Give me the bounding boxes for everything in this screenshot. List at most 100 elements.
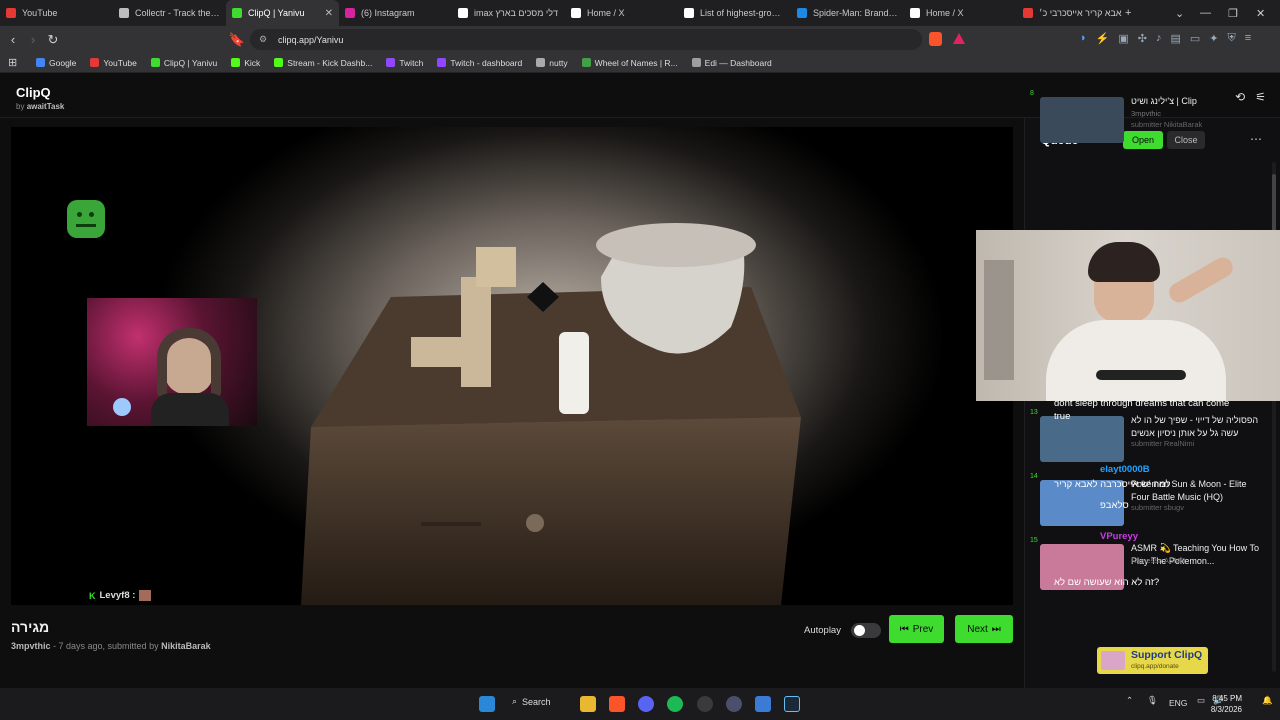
bookmark-label: nutty	[549, 57, 568, 68]
bookmark-favicon-icon	[386, 58, 396, 67]
tab-label: אבא קריר אייסכרבי כ׳	[1039, 8, 1122, 18]
bookmark-label: Twitch	[399, 57, 424, 68]
close-window-icon[interactable]: ✕	[1256, 0, 1265, 26]
queue-item-number: 15	[1030, 537, 1038, 544]
discord-icon[interactable]	[638, 696, 654, 712]
bookmark-item[interactable]: Stream - Kick Dashb...	[274, 58, 372, 68]
extension-icon[interactable]: ⚡	[1096, 32, 1110, 45]
flower-icon	[113, 398, 131, 416]
queue-item-thumbnail	[1040, 416, 1124, 462]
tab-favicon-icon	[458, 8, 468, 18]
prev-button[interactable]: ⏮ Prev	[889, 615, 944, 643]
reload-icon[interactable]: ↻	[43, 32, 63, 48]
windows-start-icon[interactable]	[479, 696, 495, 712]
tab-list-chevron-icon[interactable]: ⌄	[1175, 0, 1184, 26]
autoplay-toggle[interactable]	[850, 623, 881, 638]
brave-icon[interactable]	[609, 696, 625, 712]
extension-icon[interactable]: ◗	[1080, 32, 1087, 45]
browser-tab[interactable]: Collectr - Track the pr	[113, 0, 226, 26]
tab-favicon-icon	[684, 8, 694, 18]
app-brand[interactable]: ClipQ	[16, 85, 51, 100]
bookmark-item[interactable]: YouTube	[90, 58, 137, 68]
menu-icon[interactable]: ≡	[1245, 32, 1251, 45]
tab-close-icon[interactable]: ✕	[325, 8, 333, 19]
next-button[interactable]: Next ⏭	[955, 615, 1013, 643]
spotify-icon[interactable]	[667, 696, 683, 712]
steam-icon[interactable]	[784, 696, 800, 712]
url-text: clipq.app/Yanivu	[278, 34, 344, 45]
taskbar-search[interactable]: ⌕ Search	[512, 696, 551, 707]
bookmark-item[interactable]: Twitch	[386, 58, 423, 68]
kick-badge-icon: K	[89, 590, 96, 601]
video-player[interactable]: K Levyf8 :	[11, 127, 1013, 605]
browser-tab[interactable]: List of highest-grossin	[678, 0, 791, 26]
microphone-tray-icon[interactable]: 🎙	[1147, 695, 1158, 706]
browser-tab-bar: YouTube Collectr - Track the pr ClipQ | Ya…	[0, 0, 1280, 26]
bookmark-label: ClipQ | Yanivu	[163, 57, 218, 68]
tab-favicon-icon	[797, 8, 807, 18]
bookmark-item[interactable]: nutty	[536, 57, 568, 68]
address-toolbar: ‹ › ↻ 🔖 ⚙ clipq.app/Yanivu ◗ ⚡ ▣ ✣ ♪ ▤ ▭…	[0, 26, 1280, 53]
bookmark-item[interactable]: ClipQ | Yanivu	[150, 57, 218, 68]
bookmark-item[interactable]: Twitch - dashboard	[437, 58, 522, 68]
browser-tab[interactable]: (6) Instagram	[339, 0, 452, 26]
browser-tab[interactable]: YouTube	[0, 0, 113, 26]
music-icon[interactable]: ♪	[1156, 32, 1162, 45]
bookmark-item[interactable]: Google	[36, 58, 76, 68]
bookmark-label: Stream - Kick Dashb...	[287, 57, 373, 68]
network-icon[interactable]: ▭	[1197, 695, 1205, 706]
tab-label: Home / X	[587, 8, 625, 18]
tab-label: Home / X	[926, 8, 964, 18]
notifications-icon[interactable]: 🔔	[1262, 695, 1273, 706]
sidebar-icon[interactable]: ▤	[1170, 32, 1180, 45]
forward-icon[interactable]: ›	[23, 32, 43, 47]
brave-shield-icon[interactable]	[929, 32, 942, 46]
obs-icon[interactable]	[697, 696, 713, 712]
vpn-icon[interactable]: ⛨	[1228, 32, 1236, 45]
tab-label: Collectr - Track the pr	[135, 8, 220, 18]
browser-tab[interactable]: Home / X	[565, 0, 678, 26]
queue-item-submitter: submitter RealNimi	[1131, 439, 1195, 448]
app-icon[interactable]	[755, 696, 771, 712]
bookmark-item[interactable]: Edi — Dashboard	[691, 58, 772, 68]
queue-item-channel: Rainessa ASMR	[1131, 556, 1186, 565]
windows-taskbar: ⌕ Search ⌃ 🎙 ENG ▭ 🔊 8:45 PM 8/3/2026 🔔	[0, 688, 1280, 720]
tab-favicon-icon	[345, 8, 355, 18]
bookmark-label: Wheel of Names | R...	[594, 57, 678, 68]
tab-label: YouTube	[22, 8, 58, 18]
browser-tab[interactable]: Spider-Man: Brand Ne	[791, 0, 904, 26]
puzzle-icon[interactable]: ✣	[1138, 32, 1147, 45]
app-icon[interactable]	[726, 696, 742, 712]
bookmark-item[interactable]: Kick	[231, 58, 260, 68]
browser-tab[interactable]: imax דלי מסכים בארץ	[452, 0, 565, 26]
language-indicator[interactable]: ENG	[1169, 698, 1187, 708]
browser-tab[interactable]: אבא קריר אייסכרבי כ׳	[1017, 0, 1130, 26]
bookmark-item[interactable]: Wheel of Names | R...	[581, 57, 678, 68]
brave-rewards-icon[interactable]	[953, 33, 965, 44]
extension-icon[interactable]: ▣	[1118, 32, 1128, 45]
tray-chevron-icon[interactable]: ⌃	[1126, 695, 1133, 706]
apps-grid-icon[interactable]: ⊞	[8, 56, 17, 69]
browser-tab[interactable]: Home / X	[904, 0, 1017, 26]
browser-tab[interactable]: ClipQ | Yanivu ✕	[226, 0, 339, 26]
bookmark-icon[interactable]: 🔖	[227, 32, 247, 48]
chat-message: elayt0000B	[1100, 464, 1150, 475]
queue-item-number: 14	[1030, 473, 1038, 480]
new-tab-button[interactable]: +	[1125, 0, 1131, 26]
bookmark-label: Kick	[244, 57, 261, 68]
maximize-icon[interactable]: ❐	[1228, 0, 1238, 26]
system-clock[interactable]: 8:45 PM 8/3/2026	[1211, 693, 1242, 715]
queue-item-number: 13	[1030, 409, 1038, 416]
file-explorer-icon[interactable]	[580, 696, 596, 712]
site-info-icon[interactable]: ⚙	[259, 34, 267, 45]
back-icon[interactable]: ‹	[3, 32, 23, 47]
wallet-icon[interactable]: ▭	[1190, 32, 1200, 45]
queue-item[interactable]: 8 צ'ילינג ושיט | Clip 3mpvthic submitter Ni…	[1024, 90, 1254, 143]
tab-label: ClipQ | Yanivu	[248, 8, 305, 18]
bookmark-favicon-icon	[90, 58, 100, 67]
minimize-icon[interactable]: —	[1200, 0, 1211, 26]
leo-icon[interactable]: ✦	[1209, 32, 1218, 45]
search-icon: ⌕	[512, 696, 518, 706]
url-field[interactable]: ⚙ clipq.app/Yanivu	[250, 29, 922, 50]
support-clipq-button[interactable]: Support ClipQ clipq.app/donate	[1097, 647, 1208, 674]
